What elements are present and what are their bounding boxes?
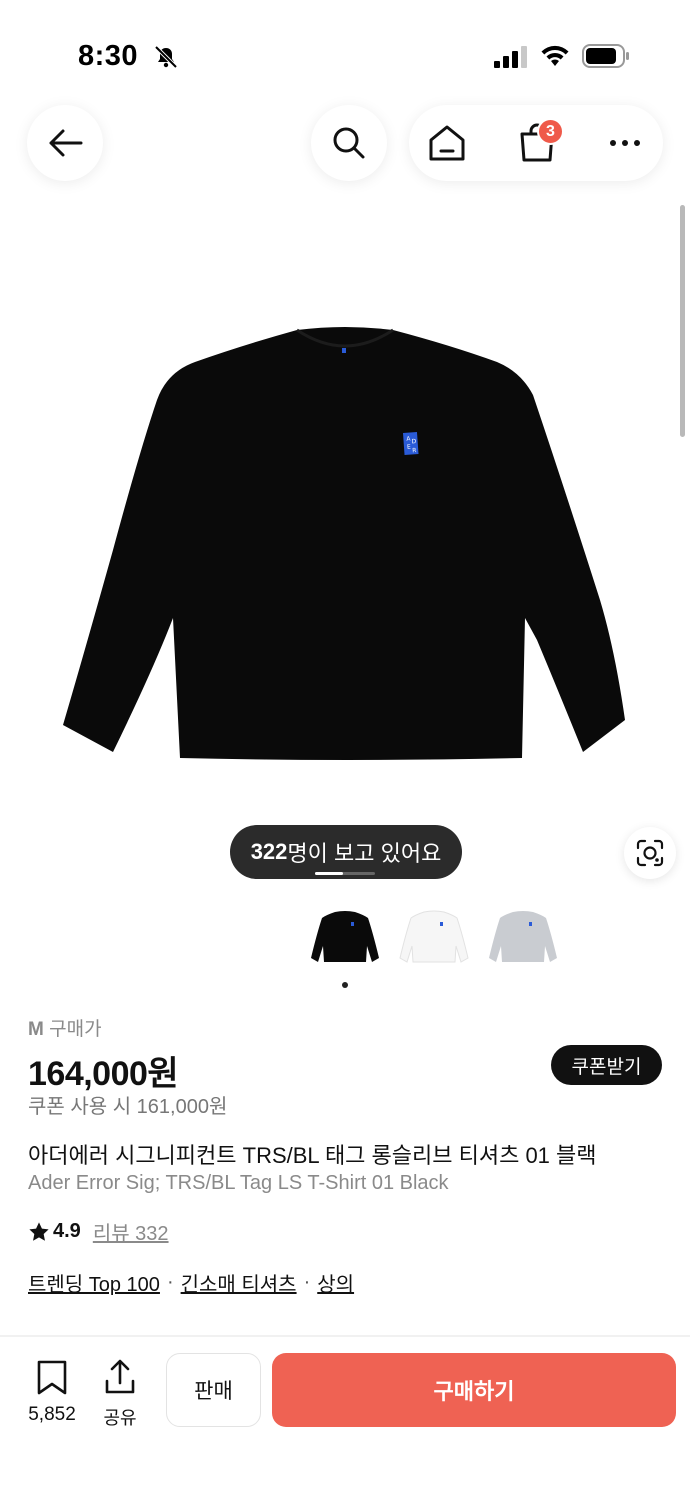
product-title-english: Ader Error Sig; TRS/BL Tag LS T-Shirt 01… (28, 1172, 449, 1194)
viewers-count: 322 (250, 839, 288, 864)
cart-count-badge: 3 (537, 118, 564, 145)
get-coupon-button[interactable]: 쿠폰받기 (551, 1045, 662, 1085)
share-icon (105, 1359, 135, 1394)
tag-separator: · (303, 1271, 311, 1293)
bookmark-button[interactable]: 5,852 (22, 1359, 82, 1426)
size-label: M (28, 1019, 44, 1040)
signal-icon (494, 46, 527, 68)
size-price-label: M 구매가 (28, 1014, 102, 1041)
price: 164,000원 (28, 1055, 179, 1093)
status-time: 8:30 (78, 40, 139, 72)
svg-text:R: R (412, 447, 417, 454)
sell-button[interactable]: 판매 (166, 1353, 261, 1427)
thumbnail-gray[interactable] (488, 906, 558, 966)
viewers-suffix: 명이 보고 있어요 (287, 841, 442, 866)
selected-thumbnail-indicator (342, 982, 348, 988)
thumbnail-white[interactable] (399, 906, 469, 966)
top-nav: 3 (0, 105, 690, 185)
wifi-icon (541, 45, 569, 66)
bookmark-icon (37, 1360, 67, 1395)
coupon-price: 쿠폰 사용 시 161,000원 (28, 1096, 228, 1118)
svg-text:E: E (407, 443, 411, 450)
nav-actions-pill: 3 (409, 105, 663, 181)
search-icon (333, 127, 365, 159)
rating-value: 4.9 (53, 1220, 81, 1242)
rating: 4.9 리뷰 332 (28, 1217, 169, 1246)
svg-text:D: D (411, 438, 416, 445)
star-icon (29, 1221, 49, 1241)
back-button[interactable] (27, 105, 103, 181)
review-link[interactable]: 리뷰 332 (93, 1217, 169, 1246)
scroll-indicator[interactable] (680, 205, 685, 437)
color-thumbnails (310, 906, 558, 966)
battery-icon (582, 44, 629, 68)
arrow-left-icon (49, 129, 83, 157)
bottom-action-bar: 5,852 공유 판매 구매하기 (0, 1337, 690, 1500)
thumbnail-black[interactable] (310, 906, 380, 966)
product-title-korean: 아더에러 시그니피컨트 TRS/BL 태그 롱슬리브 티셔츠 01 블랙 (28, 1143, 597, 1168)
status-bar: 8:30 (0, 0, 690, 110)
tag-trending[interactable]: 트렌딩 Top 100 (28, 1268, 160, 1297)
tag-long-sleeve[interactable]: 긴소매 티셔츠 (181, 1268, 297, 1297)
camera-scan-icon (636, 839, 664, 867)
bookmark-count: 5,852 (28, 1404, 76, 1425)
search-button[interactable] (311, 105, 387, 181)
share-button[interactable]: 공유 (98, 1359, 142, 1430)
slide-progress (315, 872, 375, 875)
more-icon[interactable] (605, 129, 645, 157)
product-image[interactable]: A D E R (55, 300, 635, 770)
bell-muted-icon (154, 45, 178, 69)
tag-tops[interactable]: 상의 (317, 1268, 354, 1297)
purchase-price-label: 구매가 (49, 1019, 102, 1040)
image-search-button[interactable] (624, 827, 676, 879)
viewers-pill: 322 명이 보고 있어요 (230, 825, 462, 879)
home-icon[interactable] (427, 123, 467, 163)
tag-separator: · (166, 1271, 174, 1293)
buy-button[interactable]: 구매하기 (272, 1353, 676, 1427)
share-label: 공유 (103, 1408, 137, 1428)
category-tags: 트렌딩 Top 100 · 긴소매 티셔츠 · 상의 (28, 1268, 354, 1297)
